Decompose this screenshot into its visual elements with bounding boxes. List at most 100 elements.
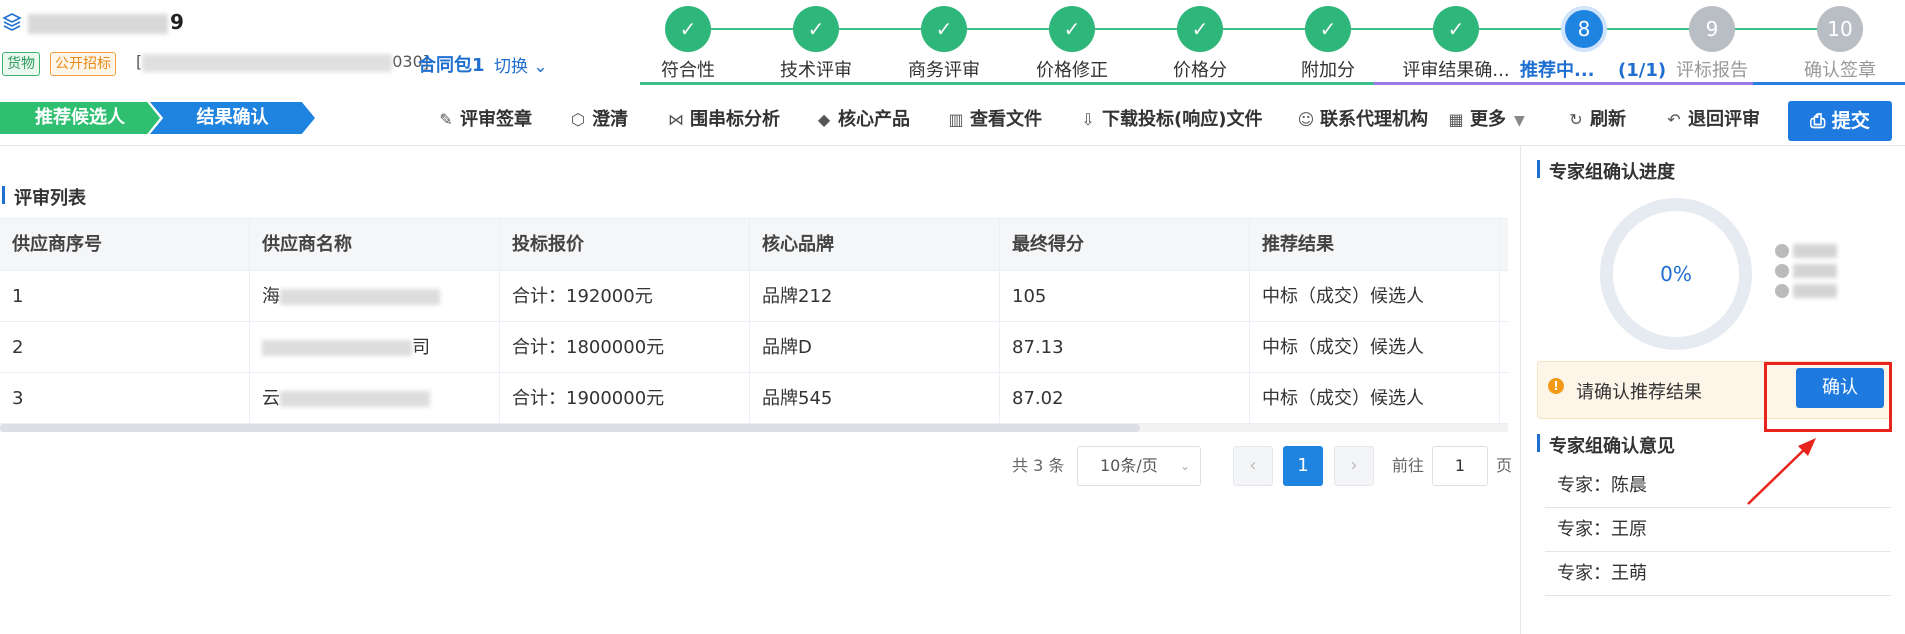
step-label: 确认签章 [1804,60,1876,81]
diamond-icon: ◆ [817,110,831,129]
bid-price: 合计：1800000元 [500,322,750,372]
alert-message: 请确认推荐结果 [1576,382,1702,403]
grid-icon: ▦ [1448,110,1464,129]
final-score: 87.02 [1000,373,1250,423]
subflow-step-recommend[interactable]: 推荐候选人 [0,102,160,134]
opinions-title: 专家组确认意见 [1537,432,1675,458]
step-label: 评标报告 [1676,60,1748,81]
caret-down-icon: ▼ [1514,113,1525,129]
supplier-name: 海 [250,271,500,321]
scrollbar-thumb[interactable] [0,424,1140,432]
step-number: 9 [1689,6,1735,52]
subflow-step-confirm[interactable]: 结果确认 [150,102,315,134]
supplier-no: 2 [0,322,250,372]
step-3[interactable]: ✓ 商务评审 [884,6,1049,82]
page-size-select[interactable]: 10条/页 ⌄ [1077,446,1201,486]
expert-list: 专家：陈晨 专家：王原 专家：王萌 [1545,464,1891,596]
progress-percent: 0% [1660,262,1692,286]
page-number-current[interactable]: 1 [1283,446,1323,486]
step-label: 价格修正 [1036,60,1108,81]
list-item: 专家：王原 [1545,508,1891,552]
switch-package-button[interactable]: 切换 ⌄ [494,52,548,77]
step-label: 评审结果确... [1402,60,1510,81]
horizontal-scrollbar[interactable] [0,424,1508,432]
supplier-no: 1 [0,271,250,321]
column-header: 供应商名称 [250,219,500,270]
supplier-name: 司 [250,322,500,372]
progress-title: 专家组确认进度 [1537,158,1675,184]
bid-price: 合计：192000元 [500,271,750,321]
check-icon: ✓ [1433,6,1479,52]
page-unit-label: 页 [1496,456,1513,475]
refresh-button[interactable]: ↻ 刷新 [1566,106,1626,134]
column-header: 最终得分 [1000,219,1250,270]
tag-public-tender: 公开招标 [50,52,116,76]
column-header: 推荐结果 [1250,219,1500,270]
table-header: 供应商序号 供应商名称 投标报价 核心品牌 最终得分 推荐结果 [0,219,1508,271]
supplier-no: 3 [0,373,250,423]
check-icon: ✓ [921,6,967,52]
table-row: 1 海 合计：192000元 品牌212 105 中标（成交）候选人 [0,271,1508,322]
step-8[interactable]: 8 推荐中... (1/1) [1520,6,1689,82]
step-label: 价格分 [1173,60,1227,81]
layers-icon [2,12,22,32]
check-icon: ✓ [1049,6,1095,52]
contract-package[interactable]: 合同包1 [418,51,485,77]
clarify-icon: ⬡ [571,110,585,129]
step-2[interactable]: ✓ 技术评审 [756,6,921,82]
step-4[interactable]: ✓ 价格修正 [1012,6,1177,82]
table-row: 2 司 合计：1800000元 品牌D 87.13 中标（成交）候选人 [0,322,1508,373]
bid-price: 合计：1900000元 [500,373,750,423]
chevron-down-icon: ⌄ [528,57,548,77]
contact-agency-button[interactable]: ☺ 联系代理机构 [1296,106,1428,134]
core-brand: 品牌212 [750,271,1000,321]
more-button[interactable]: ▦ 更多 ▼ [1446,106,1525,134]
next-page-button[interactable]: › [1334,446,1374,486]
table-row: 3 云 合计：1900000元 品牌545 87.02 中标（成交）候选人 [0,373,1508,424]
step-label: 商务评审 [908,60,980,81]
tag-goods: 货物 [2,52,40,76]
legend-item [1775,240,1837,259]
step-label: 技术评审 [780,60,852,81]
step-label: 附加分 [1301,60,1355,81]
step-5[interactable]: ✓ 价格分 [1140,6,1305,82]
column-header: 核心品牌 [750,219,1000,270]
step-7[interactable]: ✓ 评审结果确... [1396,6,1561,82]
files-icon: ▥ [948,110,964,129]
step-1[interactable]: ✓ 符合性 [628,6,793,82]
view-files-button[interactable]: ▥ 查看文件 [946,106,1042,134]
review-list-title: 评审列表 [2,184,86,210]
final-score: 87.13 [1000,322,1250,372]
check-icon: ✓ [793,6,839,52]
project-title: 9 [28,10,184,34]
step-6[interactable]: ✓ 附加分 [1268,6,1433,82]
sign-button[interactable]: ✎ 评审签章 [436,106,532,134]
legend-item [1775,260,1837,279]
annotation-highlight-box [1764,362,1892,432]
recommend-result: 中标（成交）候选人 [1250,373,1500,423]
return-review-button[interactable]: ↶ 退回评审 [1664,106,1760,134]
step-10[interactable]: 10 确认签章 [1780,6,1900,82]
legend-item [1775,280,1837,299]
sign-icon: ✎ [439,110,453,129]
column-header: 投标报价 [500,219,750,270]
clarify-button[interactable]: ⬡ 澄清 [568,106,628,134]
review-table: 供应商序号 供应商名称 投标报价 核心品牌 最终得分 推荐结果 1 海 合计：1… [0,218,1508,424]
core-product-button[interactable]: ◆ 核心产品 [814,106,910,134]
column-header: 供应商序号 [0,219,250,270]
collusion-analysis-button[interactable]: ⋈ 围串标分析 [666,106,780,134]
submit-icon: ⎙ [1810,110,1832,132]
download-icon: ⇩ [1081,110,1095,129]
step-9[interactable]: 9 评标报告 [1652,6,1817,82]
submit-button[interactable]: ⎙ 提交 [1788,101,1892,141]
check-icon: ✓ [1177,6,1223,52]
prev-page-button[interactable]: ‹ [1233,446,1273,486]
refresh-icon: ↻ [1569,110,1583,129]
recommend-result: 中标（成交）候选人 [1250,271,1500,321]
goto-page-input[interactable]: 1 [1432,446,1488,486]
check-icon: ✓ [665,6,711,52]
supplier-name: 云 [250,373,500,423]
check-icon: ✓ [1305,6,1351,52]
toolbar: 推荐候选人 结果确认 ✎ 评审签章 ⬡ 澄清 ⋈ 围串标分析 ◆ 核心产品 ▥ 查看文件 … [0,98,1905,146]
download-bid-file-button[interactable]: ⇩ 下载投标(响应)文件 [1078,106,1262,134]
